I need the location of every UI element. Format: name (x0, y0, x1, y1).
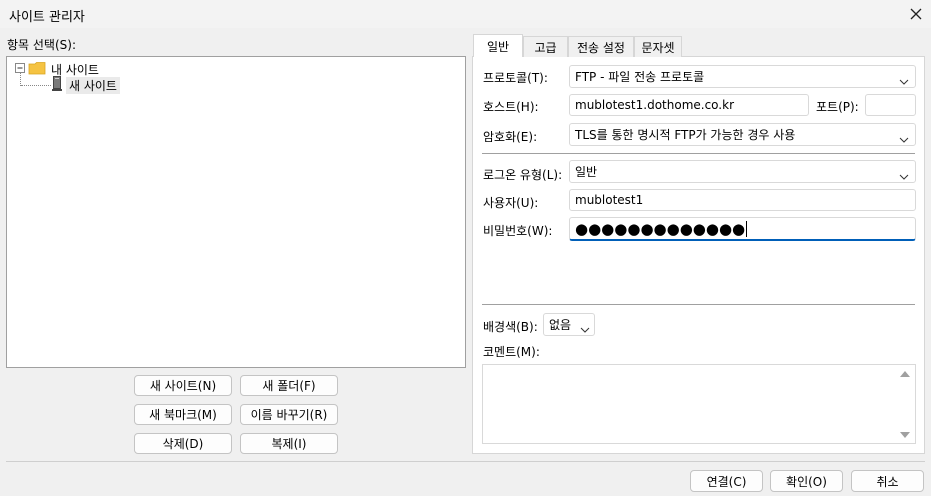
folder-icon (28, 61, 46, 78)
password-mask: ●●●●●●●●●●●●● (575, 219, 746, 238)
encryption-value: TLS를 통한 명시적 FTP가 가능한 경우 사용 (575, 128, 796, 142)
password-label: 비밀번호(W): (483, 224, 553, 238)
window-title: 사이트 관리자 (9, 10, 85, 25)
comments-label: 코멘트(M): (483, 345, 540, 359)
background-color-label: 배경색(B): (483, 320, 538, 334)
background-color-select[interactable]: 없음 (543, 313, 595, 336)
host-label: 호스트(H): (483, 100, 539, 114)
logon-type-label: 로그온 유형(L): (483, 168, 563, 182)
tree-connector (21, 85, 51, 86)
tab-charset[interactable]: 문자셋 (634, 36, 682, 57)
encryption-select[interactable]: TLS를 통한 명시적 FTP가 가능한 경우 사용 (569, 123, 916, 146)
rename-button[interactable]: 이름 바꾸기(R) (240, 404, 338, 425)
encryption-label: 암호화(E): (483, 130, 538, 144)
chevron-down-icon (899, 132, 909, 143)
protocol-label: 프로토콜(T): (483, 71, 548, 85)
tree-item-label: 새 사이트 (66, 76, 120, 94)
tree-item-new-site[interactable]: 새 사이트 (52, 76, 120, 94)
scroll-up-icon[interactable] (900, 371, 910, 377)
server-icon (52, 76, 62, 94)
ok-button[interactable]: 확인(O) (770, 470, 843, 492)
protocol-select[interactable]: FTP - 파일 전송 프로토콜 (569, 65, 916, 88)
select-entry-label: 항목 선택(S): (7, 38, 76, 52)
port-label: 포트(P): (816, 100, 859, 114)
user-input[interactable]: mublotest1 (569, 189, 916, 211)
user-value: mublotest1 (575, 193, 644, 207)
tab-transfer-settings[interactable]: 전송 설정 (568, 36, 634, 57)
title-bar (0, 0, 931, 28)
new-folder-button[interactable]: 새 폴더(F) (240, 375, 338, 396)
section-divider (482, 304, 915, 305)
footer-divider (6, 461, 925, 462)
scroll-down-icon[interactable] (900, 432, 910, 438)
chevron-down-icon (580, 322, 590, 333)
duplicate-button[interactable]: 복제(I) (240, 433, 338, 454)
delete-button[interactable]: 삭제(D) (134, 433, 232, 454)
logon-type-select[interactable]: 일반 (569, 160, 916, 183)
tree-connector (20, 72, 21, 86)
chevron-down-icon (899, 169, 909, 180)
new-site-button[interactable]: 새 사이트(N) (134, 375, 232, 396)
scrollbar[interactable] (897, 366, 914, 442)
site-tree[interactable]: 내 사이트 새 사이트 (6, 56, 466, 368)
host-value: mublotest1.dothome.co.kr (575, 98, 735, 112)
protocol-value: FTP - 파일 전송 프로토콜 (575, 70, 705, 84)
text-caret (746, 220, 748, 237)
port-input[interactable] (865, 94, 916, 116)
cancel-button[interactable]: 취소 (851, 470, 924, 492)
connect-button[interactable]: 연결(C) (690, 470, 763, 492)
logon-type-value: 일반 (575, 165, 598, 179)
comments-textarea[interactable] (482, 364, 916, 444)
user-label: 사용자(U): (483, 196, 539, 210)
tab-advanced[interactable]: 고급 (523, 36, 568, 57)
tree-item-label: 내 사이트 (51, 62, 99, 77)
new-bookmark-button[interactable]: 새 북마크(M) (134, 404, 232, 425)
chevron-down-icon (899, 74, 909, 85)
host-input[interactable]: mublotest1.dothome.co.kr (569, 94, 809, 116)
close-icon[interactable] (906, 4, 926, 24)
section-divider (482, 153, 915, 154)
tree-item-my-sites[interactable]: 내 사이트 (15, 61, 99, 77)
password-input[interactable]: ●●●●●●●●●●●●● (569, 217, 916, 241)
background-color-value: 없음 (549, 318, 572, 332)
tab-general[interactable]: 일반 (473, 34, 523, 57)
